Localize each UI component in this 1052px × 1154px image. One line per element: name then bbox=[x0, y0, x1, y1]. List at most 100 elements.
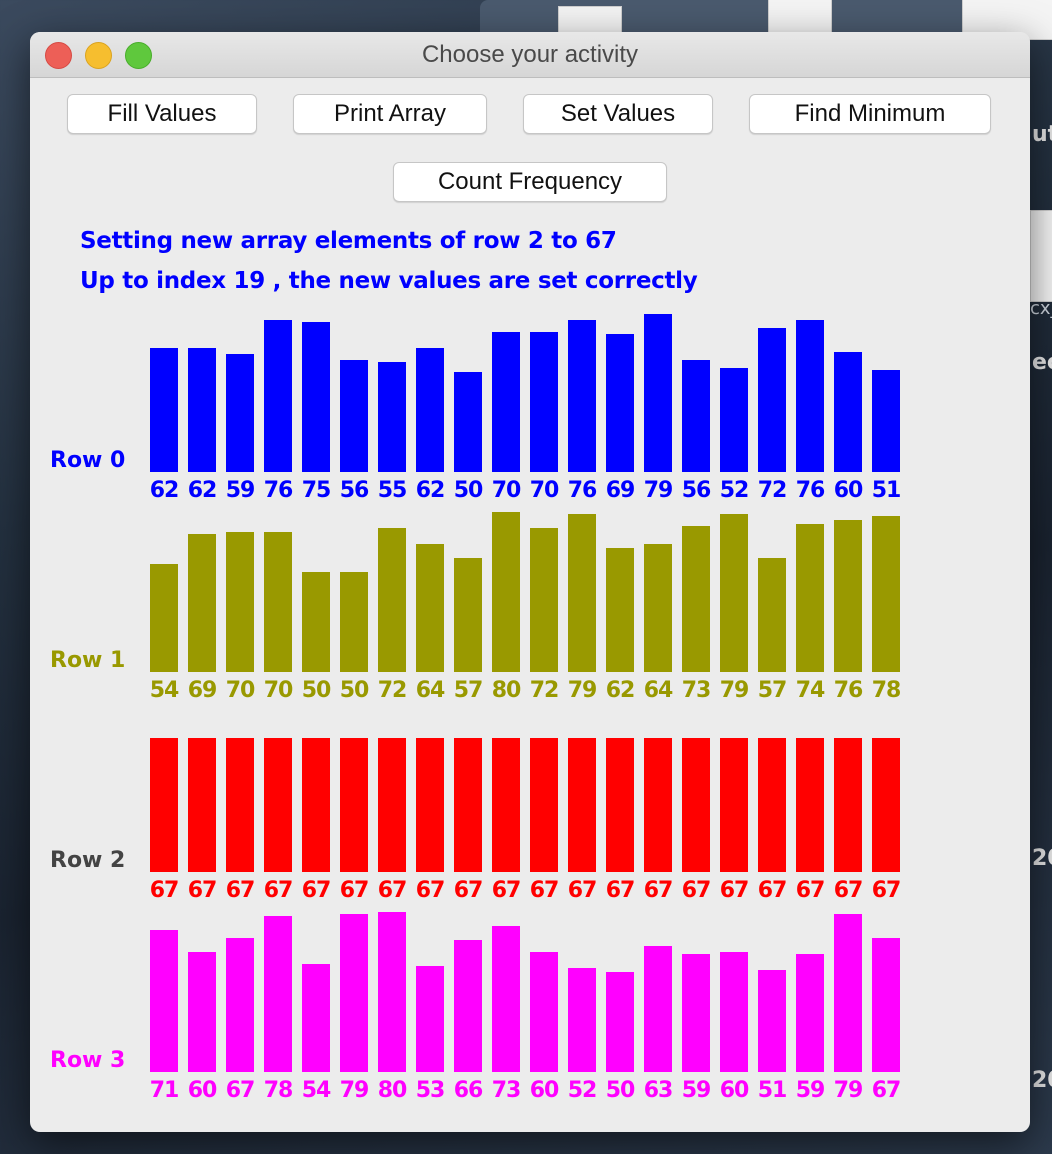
value-bar bbox=[264, 916, 292, 1072]
value-bar bbox=[872, 370, 900, 472]
value-bar bbox=[682, 954, 710, 1072]
value-bar bbox=[150, 738, 178, 872]
value-label: 69 bbox=[605, 478, 636, 503]
value-label: 80 bbox=[491, 678, 522, 703]
value-bar bbox=[720, 368, 748, 472]
value-label: 72 bbox=[377, 678, 408, 703]
desktop-file-icon[interactable] bbox=[1030, 210, 1052, 302]
value-bar bbox=[568, 738, 596, 872]
value-bar bbox=[302, 322, 330, 472]
value-bar bbox=[568, 514, 596, 672]
value-bar bbox=[150, 348, 178, 472]
value-bar bbox=[188, 952, 216, 1072]
value-bar bbox=[150, 564, 178, 672]
value-label: 57 bbox=[757, 678, 788, 703]
desktop-label: 20 bbox=[1032, 1068, 1052, 1093]
value-bar bbox=[682, 738, 710, 872]
value-bar bbox=[378, 738, 406, 872]
value-bar bbox=[682, 526, 710, 672]
value-label: 63 bbox=[643, 1078, 674, 1103]
value-bar bbox=[226, 938, 254, 1072]
value-bar bbox=[796, 738, 824, 872]
value-label: 69 bbox=[187, 678, 218, 703]
value-label: 79 bbox=[339, 1078, 370, 1103]
value-bar bbox=[492, 332, 520, 472]
desktop-label: 20 bbox=[1032, 846, 1052, 871]
value-bar bbox=[264, 738, 292, 872]
value-label: 80 bbox=[377, 1078, 408, 1103]
value-bar bbox=[530, 738, 558, 872]
value-bar bbox=[606, 738, 634, 872]
value-label: 67 bbox=[567, 878, 598, 903]
value-bar bbox=[340, 572, 368, 672]
value-label: 56 bbox=[681, 478, 712, 503]
value-label: 67 bbox=[263, 878, 294, 903]
value-bar bbox=[416, 738, 444, 872]
value-label: 67 bbox=[757, 878, 788, 903]
value-label: 56 bbox=[339, 478, 370, 503]
value-label: 64 bbox=[643, 678, 674, 703]
value-label: 67 bbox=[187, 878, 218, 903]
value-label: 60 bbox=[187, 1078, 218, 1103]
value-bar bbox=[340, 914, 368, 1072]
value-bar bbox=[378, 912, 406, 1072]
value-bar bbox=[720, 738, 748, 872]
value-label: 62 bbox=[187, 478, 218, 503]
value-label: 73 bbox=[491, 1078, 522, 1103]
value-label: 59 bbox=[225, 478, 256, 503]
value-label: 67 bbox=[491, 878, 522, 903]
value-label: 50 bbox=[605, 1078, 636, 1103]
value-label: 64 bbox=[415, 678, 446, 703]
value-label: 76 bbox=[833, 678, 864, 703]
value-bar bbox=[416, 348, 444, 472]
value-bar bbox=[302, 572, 330, 672]
value-label: 55 bbox=[377, 478, 408, 503]
value-label: 70 bbox=[491, 478, 522, 503]
value-label: 75 bbox=[301, 478, 332, 503]
value-label: 76 bbox=[567, 478, 598, 503]
value-label: 50 bbox=[301, 678, 332, 703]
value-label: 79 bbox=[833, 1078, 864, 1103]
value-label: 67 bbox=[225, 1078, 256, 1103]
value-label: 76 bbox=[263, 478, 294, 503]
value-bar bbox=[530, 952, 558, 1072]
value-bar bbox=[758, 970, 786, 1072]
value-bar bbox=[188, 534, 216, 672]
value-label: 76 bbox=[795, 478, 826, 503]
value-bar bbox=[758, 328, 786, 472]
value-bar bbox=[758, 558, 786, 672]
value-bar bbox=[834, 352, 862, 472]
value-bar bbox=[834, 914, 862, 1072]
value-label: 67 bbox=[795, 878, 826, 903]
value-label: 60 bbox=[529, 1078, 560, 1103]
value-label: 59 bbox=[795, 1078, 826, 1103]
value-bar bbox=[606, 548, 634, 672]
value-label: 70 bbox=[263, 678, 294, 703]
array-bar-chart: Row 0 62 62 59 76 75 56 55 62 50 70 70 76 69 79 56 52 72 7… bbox=[30, 32, 1030, 1132]
value-bar bbox=[644, 738, 672, 872]
value-label: 54 bbox=[149, 678, 180, 703]
value-bar bbox=[454, 738, 482, 872]
value-label: 62 bbox=[605, 678, 636, 703]
value-label: 67 bbox=[529, 878, 560, 903]
value-bar bbox=[834, 520, 862, 672]
value-label: 67 bbox=[871, 878, 902, 903]
value-label: 72 bbox=[757, 478, 788, 503]
value-label: 52 bbox=[567, 1078, 598, 1103]
value-label: 51 bbox=[871, 478, 902, 503]
value-bar bbox=[758, 738, 786, 872]
value-bar bbox=[226, 738, 254, 872]
value-bar bbox=[796, 524, 824, 672]
value-bar bbox=[796, 320, 824, 472]
value-label: 78 bbox=[263, 1078, 294, 1103]
value-bar bbox=[264, 532, 292, 672]
value-bar bbox=[644, 946, 672, 1072]
value-bar bbox=[606, 972, 634, 1072]
value-label: 67 bbox=[377, 878, 408, 903]
row-label: Row 2 bbox=[50, 848, 126, 873]
value-bar bbox=[378, 528, 406, 672]
value-label: 53 bbox=[415, 1078, 446, 1103]
value-label: 79 bbox=[719, 678, 750, 703]
value-label: 67 bbox=[225, 878, 256, 903]
value-label: 78 bbox=[871, 678, 902, 703]
